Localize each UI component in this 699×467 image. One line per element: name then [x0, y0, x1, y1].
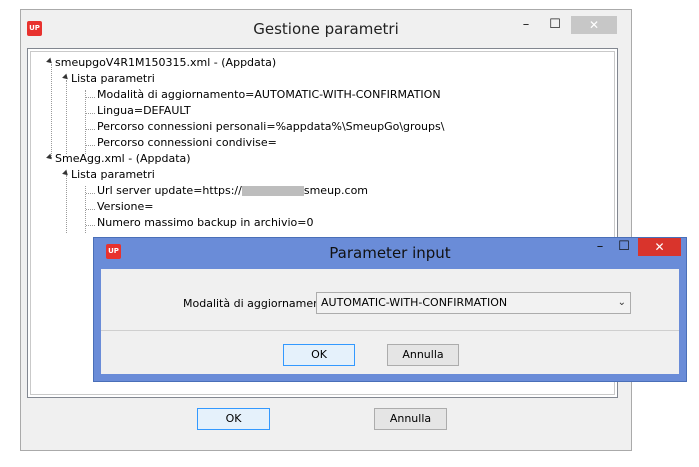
redacted-area — [241, 186, 304, 196]
minimize-icon[interactable]: – — [589, 238, 611, 256]
dialog-body: Modalità di aggiornamento AUTOMATIC-WITH… — [101, 269, 679, 374]
main-titlebar[interactable]: UP Gestione parametri – ☐ ✕ — [21, 10, 631, 46]
tree-node-list[interactable]: Lista parametri — [71, 168, 155, 182]
tree-node-param[interactable]: Url server update=https:// smeup.com — [97, 184, 368, 198]
cancel-button[interactable]: Annulla — [374, 408, 447, 430]
tree-node-param[interactable]: Lingua=DEFAULT — [97, 104, 191, 118]
tree-node-param-suffix: smeup.com — [303, 184, 369, 197]
update-mode-value: AUTOMATIC-WITH-CONFIRMATION — [321, 296, 508, 309]
update-mode-select[interactable]: AUTOMATIC-WITH-CONFIRMATION ⌄ — [316, 292, 631, 314]
expand-triangle-icon[interactable] — [46, 57, 54, 66]
tree-line — [86, 113, 95, 114]
close-icon[interactable]: ✕ — [571, 16, 617, 34]
tree-node-param[interactable]: Numero massimo backup in archivio=0 — [97, 216, 314, 230]
chevron-down-icon: ⌄ — [617, 297, 626, 308]
tree-node-file[interactable]: SmeAgg.xml - (Appdata) — [55, 152, 191, 166]
tree-line — [86, 129, 95, 130]
expand-triangle-icon[interactable] — [46, 153, 54, 162]
tree-line — [86, 193, 95, 194]
tree-node-param[interactable]: Percorso connessioni personali=%appdata%… — [97, 120, 444, 134]
tree-line — [86, 145, 95, 146]
tree-node-param-label: Url server update=https:// — [97, 184, 242, 197]
tree-line — [51, 64, 52, 158]
close-icon[interactable]: ✕ — [638, 238, 681, 256]
dialog-ok-button[interactable]: OK — [283, 344, 355, 366]
tree-node-list[interactable]: Lista parametri — [71, 72, 155, 86]
tree-line — [86, 209, 95, 210]
expand-triangle-icon[interactable] — [62, 169, 70, 178]
tree-node-param[interactable]: Versione= — [97, 200, 153, 214]
tree-line — [66, 80, 67, 154]
tree-node-file[interactable]: smeupgoV4R1M150315.xml - (Appdata) — [55, 56, 276, 70]
tree-node-param[interactable]: Percorso connessioni condivise= — [97, 136, 277, 150]
minimize-icon[interactable]: – — [513, 16, 539, 34]
expand-triangle-icon[interactable] — [62, 73, 70, 82]
tree-node-param[interactable]: Modalità di aggiornamento=AUTOMATIC-WITH… — [97, 88, 441, 102]
dialog-cancel-button[interactable]: Annulla — [387, 344, 459, 366]
dialog-separator — [101, 330, 679, 331]
tree-line — [66, 175, 67, 233]
main-window-title: Gestione parametri — [253, 20, 399, 38]
tree-line — [86, 97, 95, 98]
ok-button[interactable]: OK — [197, 408, 270, 430]
maximize-icon[interactable]: ☐ — [613, 238, 635, 256]
maximize-icon[interactable]: ☐ — [542, 16, 568, 34]
tree-line — [86, 225, 95, 226]
main-window: UP Gestione parametri – ☐ ✕ smeupgoV4R1M… — [20, 9, 632, 451]
field-label: Modalità di aggiornamento — [183, 297, 332, 310]
parameter-input-dialog: UP Parameter input – ☐ ✕ Modalità di agg… — [93, 237, 687, 382]
